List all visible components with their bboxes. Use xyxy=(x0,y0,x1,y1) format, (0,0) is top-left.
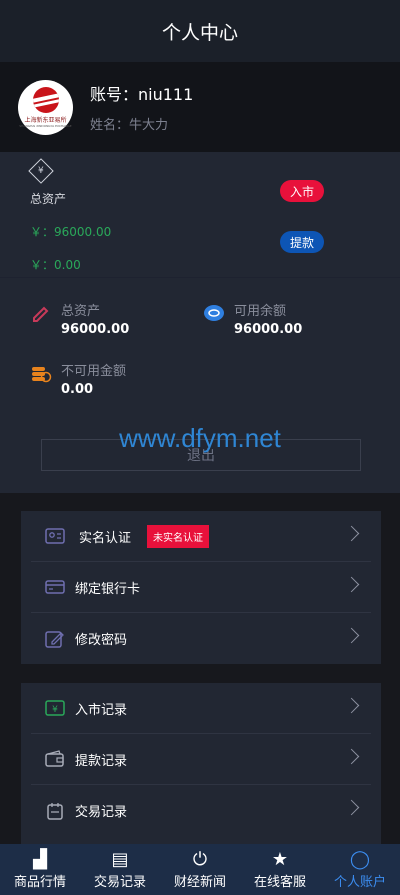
deposit-button[interactable]: 入市 xyxy=(279,180,324,202)
bank-card-icon xyxy=(45,580,65,594)
account-menu: 实名认证 未实名认证 绑定银行卡 修改密码 xyxy=(21,511,381,664)
chart-icon: ▟ xyxy=(33,848,47,870)
menu-item-bank-card[interactable]: 绑定银行卡 xyxy=(31,562,371,613)
user-icon: ◯ xyxy=(349,848,371,870)
menu-item-verification[interactable]: 实名认证 未实名认证 xyxy=(31,511,371,562)
account-id: 账号：niu111 xyxy=(90,85,194,104)
coin-icon xyxy=(204,305,224,321)
withdraw-button[interactable]: 提款 xyxy=(279,231,324,253)
menu-item-deposit-records[interactable]: ¥ 入市记录 xyxy=(31,683,371,734)
wallet-icon xyxy=(45,750,64,767)
menu-item-trade-records[interactable]: 交易记录 xyxy=(31,785,371,836)
tab-label: 财经新闻 xyxy=(173,875,226,890)
id-card-icon xyxy=(45,528,65,544)
stat-unavailable-label: 不可用金额 xyxy=(61,364,127,379)
tab-news[interactable]: ⏻ 财经新闻 xyxy=(160,844,240,895)
pencil-icon xyxy=(33,306,49,322)
menu-label: 提款记录 xyxy=(75,753,128,769)
menu-label: 绑定银行卡 xyxy=(75,581,141,597)
chevron-right-icon xyxy=(343,748,360,765)
asset-stats: 总资产 96000.00 可用余额 96000.00 不可用金额 0.00 退出… xyxy=(0,277,400,493)
secondary-asset-amount: ￥：0.00 xyxy=(30,258,81,272)
stat-total-label: 总资产 xyxy=(61,304,101,319)
yen-diamond-icon: ¥ xyxy=(28,158,54,184)
bottom-tab-bar: ▟ 商品行情 ▤ 交易记录 ⏻ 财经新闻 ★ 在线客服 ◯ 个人账户 xyxy=(0,844,400,895)
header-bar: 个人中心 xyxy=(0,0,400,62)
stat-available-label: 可用余额 xyxy=(234,304,287,319)
svg-text:¥: ¥ xyxy=(52,705,58,715)
records-menu: ¥ 入市记录 提款记录 交易记录 xyxy=(21,683,381,853)
stat-unavailable: 不可用金额 0.00 xyxy=(30,360,126,397)
stat-unavailable-value: 0.00 xyxy=(61,382,94,397)
deposit-record-icon: ¥ xyxy=(45,700,65,716)
menu-label: 交易记录 xyxy=(75,805,128,820)
star-icon: ★ xyxy=(271,848,289,870)
profile-section: 上海新东亚易所 SHANGHAI XINDONGYA EXCHANGE 账号：n… xyxy=(0,62,400,152)
chevron-right-icon xyxy=(343,697,360,714)
menu-item-change-password[interactable]: 修改密码 xyxy=(31,613,371,664)
calendar-icon xyxy=(47,802,63,820)
menu-label: 入市记录 xyxy=(75,702,128,718)
company-logo-icon xyxy=(32,86,59,113)
tab-support[interactable]: ★ 在线客服 xyxy=(240,844,320,895)
tab-account[interactable]: ◯ 个人账户 xyxy=(320,844,400,895)
tab-label: 个人账户 xyxy=(333,875,386,890)
avatar: 上海新东亚易所 SHANGHAI XINDONGYA EXCHANGE xyxy=(18,79,73,135)
document-icon: ▤ xyxy=(111,848,129,870)
menu-label: 修改密码 xyxy=(75,633,128,648)
unverified-badge: 未实名认证 xyxy=(147,524,210,548)
menu-label: 实名认证 xyxy=(79,530,132,546)
stat-total-value: 96000.00 xyxy=(61,322,130,337)
chevron-right-icon xyxy=(343,525,360,542)
menu-item-withdraw-records[interactable]: 提款记录 xyxy=(31,734,371,785)
user-name: 姓名：牛大力 xyxy=(90,118,169,133)
stat-available-value: 96000.00 xyxy=(234,322,303,337)
edit-icon xyxy=(45,630,64,648)
power-icon: ⏻ xyxy=(192,848,208,870)
tab-label: 商品行情 xyxy=(13,875,66,890)
tab-label: 在线客服 xyxy=(253,875,306,890)
chevron-right-icon xyxy=(343,576,360,593)
asset-summary: ¥ 总资产 ￥：96000.00 ￥：0.00 入市 提款 xyxy=(0,152,400,277)
chevron-right-icon xyxy=(343,799,360,816)
stat-total: 总资产 96000.00 xyxy=(30,300,129,337)
stat-available: 可用余额 96000.00 xyxy=(203,300,302,337)
tab-market[interactable]: ▟ 商品行情 xyxy=(0,844,80,895)
tab-trade-records[interactable]: ▤ 交易记录 xyxy=(80,844,160,895)
logo-text: 上海新东亚易所 xyxy=(24,116,67,124)
watermark: www.dfym.net xyxy=(119,423,281,453)
chevron-right-icon xyxy=(343,627,360,644)
tab-label: 交易记录 xyxy=(93,875,146,890)
page-title: 个人中心 xyxy=(161,21,238,44)
coins-stack-icon xyxy=(32,367,52,383)
logo-subtext: SHANGHAI XINDONGYA EXCHANGE xyxy=(19,123,72,128)
